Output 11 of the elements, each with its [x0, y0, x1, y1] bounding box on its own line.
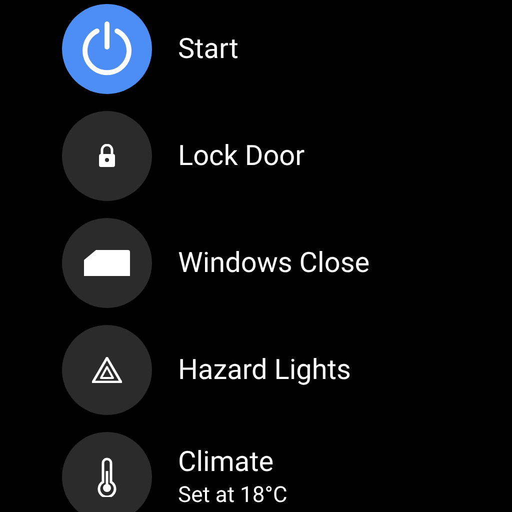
- action-label: Hazard Lights: [178, 352, 351, 388]
- power-icon: [80, 21, 134, 77]
- car-window-icon: [84, 250, 130, 276]
- action-detail: Set at 18°C: [178, 482, 288, 510]
- hazard-icon: [92, 357, 122, 383]
- action-label: Windows Close: [178, 245, 370, 281]
- lock-icon: [98, 144, 116, 168]
- action-label: Climate: [178, 444, 275, 480]
- action-label: Lock Door: [178, 138, 305, 174]
- thermometer-icon: [97, 457, 117, 497]
- action-label: Start: [178, 31, 238, 67]
